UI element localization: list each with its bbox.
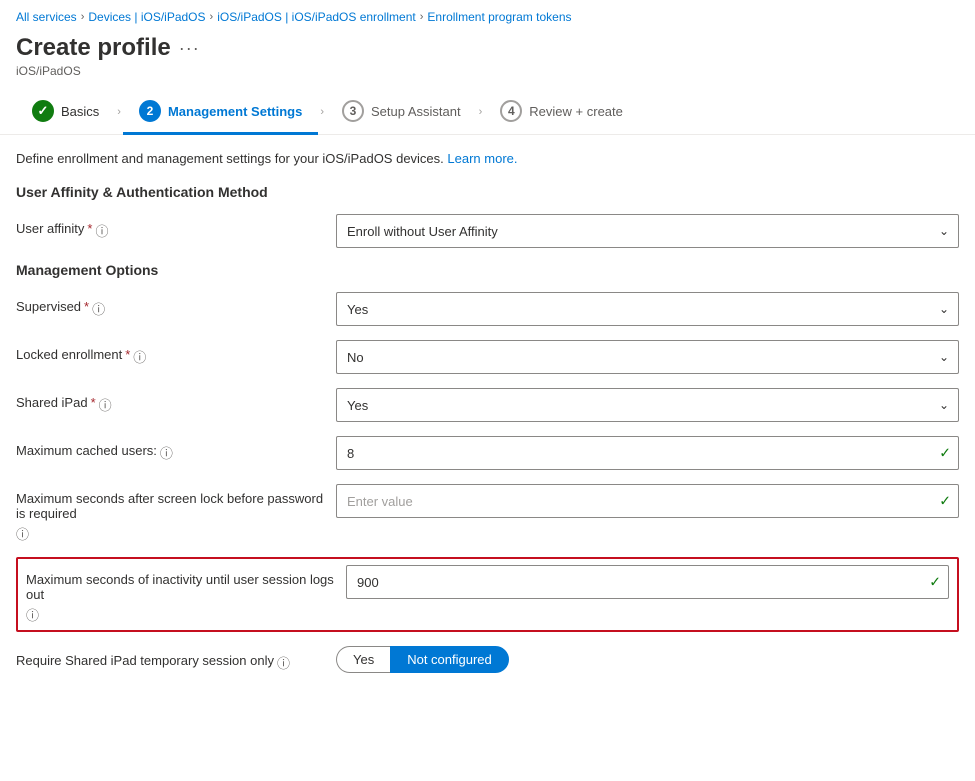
tab-basics[interactable]: ✓ Basics <box>16 90 115 135</box>
description-text: Define enrollment and management setting… <box>16 151 444 166</box>
required-star-affinity: * <box>87 221 92 236</box>
label-user-affinity: User affinity * ⓘ <box>16 214 336 240</box>
more-options-icon[interactable]: ··· <box>179 38 200 59</box>
input-inactivity[interactable] <box>346 565 949 599</box>
tab-review-circle: 4 <box>500 100 522 122</box>
tab-review-create[interactable]: 4 Review + create <box>484 90 639 135</box>
form-group-inactivity: Maximum seconds of inactivity until user… <box>26 565 949 624</box>
info-icon-temp-session[interactable]: ⓘ <box>277 653 290 672</box>
select-user-affinity[interactable]: Enroll without User Affinity Enroll with… <box>336 214 959 248</box>
page-subtitle: iOS/iPadOS <box>0 62 975 90</box>
form-group-max-cached: Maximum cached users: ⓘ ✓ <box>16 436 959 470</box>
breadcrumb-ios-enrollment[interactable]: iOS/iPadOS | iOS/iPadOS enrollment <box>217 10 416 24</box>
tab-management-label: Management Settings <box>168 104 302 119</box>
input-screen-lock[interactable] <box>336 484 959 518</box>
info-icon-affinity[interactable]: ⓘ <box>95 221 108 240</box>
required-star-locked: * <box>125 347 130 362</box>
form-group-user-affinity: User affinity * ⓘ Enroll without User Af… <box>16 214 959 248</box>
check-icon-inactivity: ✓ <box>929 574 941 591</box>
tab-review-label: Review + create <box>529 104 623 119</box>
control-inactivity: ✓ <box>346 565 949 599</box>
required-star-shared: * <box>91 395 96 410</box>
highlighted-inactivity-row: Maximum seconds of inactivity until user… <box>16 557 959 632</box>
label-temp-session: Require Shared iPad temporary session on… <box>16 646 336 672</box>
breadcrumb-all-services[interactable]: All services <box>16 10 77 24</box>
control-shared-ipad: Yes No ⌄ <box>336 388 959 422</box>
control-supervised: Yes No ⌄ <box>336 292 959 326</box>
info-icon-shared[interactable]: ⓘ <box>99 395 112 414</box>
label-supervised: Supervised * ⓘ <box>16 292 336 318</box>
tab-basics-circle: ✓ <box>32 100 54 122</box>
control-max-cached: ✓ <box>336 436 959 470</box>
section-title-management: Management Options <box>16 262 959 278</box>
tab-management-settings[interactable]: 2 Management Settings <box>123 90 318 135</box>
control-locked-enrollment: Yes No ⌄ <box>336 340 959 374</box>
toggle-yes-button[interactable]: Yes <box>336 646 390 673</box>
page-title: Create profile <box>16 34 171 62</box>
label-screen-lock: Maximum seconds after screen lock before… <box>16 484 336 543</box>
control-screen-lock: ✓ <box>336 484 959 518</box>
info-icon-locked[interactable]: ⓘ <box>133 347 146 366</box>
form-group-screen-lock: Maximum seconds after screen lock before… <box>16 484 959 543</box>
label-inactivity: Maximum seconds of inactivity until user… <box>26 565 346 624</box>
label-max-cached: Maximum cached users: ⓘ <box>16 436 336 462</box>
toggle-not-configured-button[interactable]: Not configured <box>390 646 509 673</box>
label-locked-enrollment: Locked enrollment * ⓘ <box>16 340 336 366</box>
breadcrumb-enrollment-tokens[interactable]: Enrollment program tokens <box>427 10 571 24</box>
label-shared-ipad: Shared iPad * ⓘ <box>16 388 336 414</box>
required-star-supervised: * <box>84 299 89 314</box>
input-max-cached[interactable] <box>336 436 959 470</box>
select-supervised[interactable]: Yes No <box>336 292 959 326</box>
control-user-affinity: Enroll without User Affinity Enroll with… <box>336 214 959 248</box>
learn-more-link[interactable]: Learn more. <box>447 151 517 166</box>
tab-management-circle: 2 <box>139 100 161 122</box>
tab-setup-label: Setup Assistant <box>371 104 461 119</box>
section-management-options: Management Options Supervised * ⓘ Yes No… <box>16 262 959 673</box>
tab-sep-3: › <box>479 106 483 118</box>
select-locked-enrollment[interactable]: Yes No <box>336 340 959 374</box>
info-icon-inactivity[interactable]: ⓘ <box>26 605 39 624</box>
tab-setup-circle: 3 <box>342 100 364 122</box>
control-temp-session: Yes Not configured <box>336 646 959 673</box>
breadcrumb-sep-3: › <box>420 11 424 23</box>
page-header: Create profile ··· <box>0 30 975 62</box>
form-group-temp-session: Require Shared iPad temporary session on… <box>16 646 959 673</box>
description-row: Define enrollment and management setting… <box>16 151 959 166</box>
select-shared-ipad[interactable]: Yes No <box>336 388 959 422</box>
section-user-affinity: User Affinity & Authentication Method Us… <box>16 184 959 248</box>
check-icon-max-cached: ✓ <box>939 445 951 462</box>
tab-sep-1: › <box>117 106 121 118</box>
check-icon-screen-lock: ✓ <box>939 493 951 510</box>
toggle-temp-session: Yes Not configured <box>336 646 959 673</box>
form-group-locked-enrollment: Locked enrollment * ⓘ Yes No ⌄ <box>16 340 959 374</box>
breadcrumb-sep-2: › <box>210 11 214 23</box>
info-icon-supervised[interactable]: ⓘ <box>92 299 105 318</box>
breadcrumb: All services › Devices | iOS/iPadOS › iO… <box>0 0 975 30</box>
content-area: Define enrollment and management setting… <box>0 151 975 707</box>
tab-sep-2: › <box>320 106 324 118</box>
section-title-affinity: User Affinity & Authentication Method <box>16 184 959 200</box>
form-group-shared-ipad: Shared iPad * ⓘ Yes No ⌄ <box>16 388 959 422</box>
tab-basics-label: Basics <box>61 104 99 119</box>
info-icon-screen-lock[interactable]: ⓘ <box>16 524 29 543</box>
breadcrumb-sep-1: › <box>81 11 85 23</box>
wizard-tabs: ✓ Basics › 2 Management Settings › 3 Set… <box>0 90 975 135</box>
tab-setup-assistant[interactable]: 3 Setup Assistant <box>326 90 477 135</box>
breadcrumb-devices-ios[interactable]: Devices | iOS/iPadOS <box>88 10 205 24</box>
form-group-supervised: Supervised * ⓘ Yes No ⌄ <box>16 292 959 326</box>
info-icon-max-cached[interactable]: ⓘ <box>160 443 173 462</box>
